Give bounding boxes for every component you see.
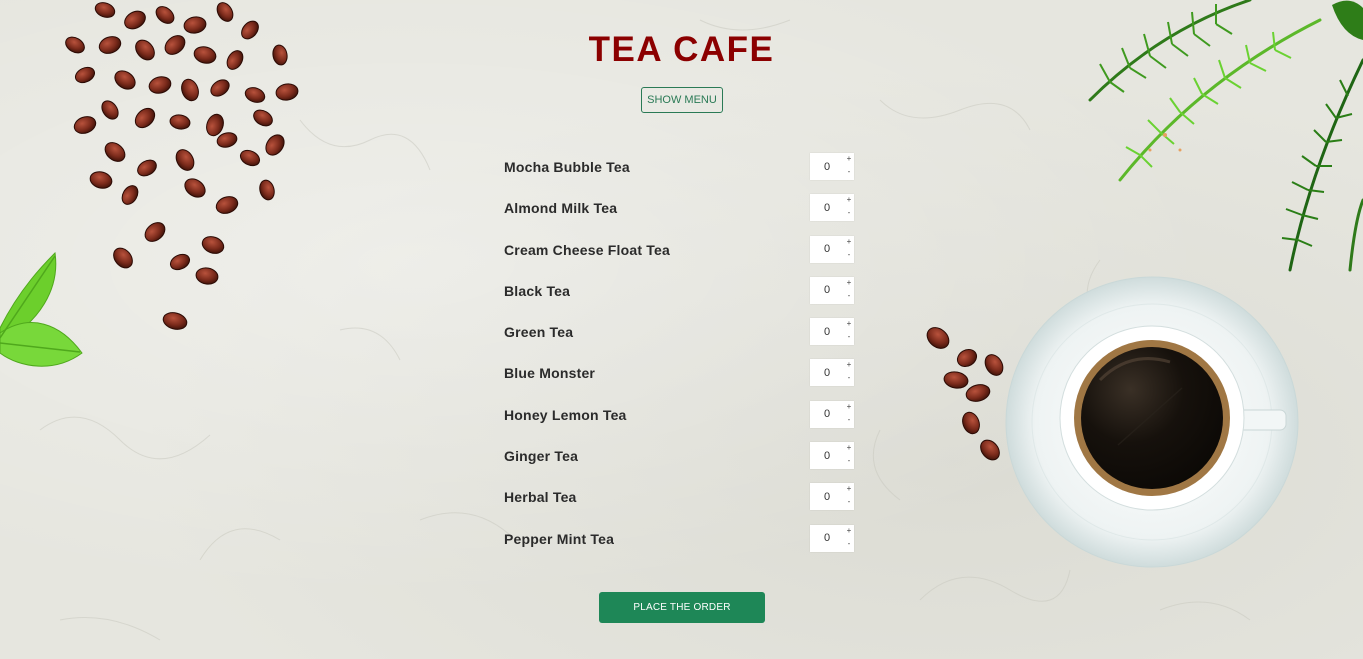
menu-item: Blue Monster +- (504, 352, 856, 393)
quantity-input[interactable] (810, 276, 844, 304)
decrement-button[interactable]: - (844, 249, 854, 262)
menu-item-name: Honey Lemon Tea (504, 406, 627, 423)
increment-button[interactable]: + (844, 318, 854, 331)
quantity-stepper: +- (810, 442, 854, 470)
menu-item-name: Pepper Mint Tea (504, 530, 615, 547)
decrement-button[interactable]: - (844, 166, 854, 179)
menu-item-name: Cream Cheese Float Tea (504, 241, 670, 258)
menu-item-name: Mocha Bubble Tea (504, 159, 630, 175)
show-menu-button[interactable]: SHOW MENU (641, 87, 723, 113)
menu-item: Herbal Tea +- (504, 476, 856, 517)
increment-button[interactable]: + (844, 236, 854, 249)
quantity-stepper: +- (810, 235, 854, 263)
quantity-stepper: +- (810, 400, 854, 428)
menu-item: Mocha Bubble Tea +- (504, 146, 856, 187)
menu-item-name: Ginger Tea (504, 448, 579, 465)
coffee-cup-image (926, 276, 1299, 568)
quantity-stepper: +- (810, 359, 854, 387)
quantity-input[interactable] (810, 524, 844, 552)
decrement-button[interactable]: - (844, 496, 854, 509)
increment-button[interactable]: + (844, 525, 854, 538)
menu-item: Almond Milk Tea +- (504, 187, 856, 228)
increment-button[interactable]: + (844, 194, 854, 207)
green-leaf-image (0, 251, 83, 367)
decrement-button[interactable]: - (844, 372, 854, 385)
quantity-stepper: +- (810, 194, 854, 222)
quantity-stepper: +- (810, 276, 854, 304)
quantity-stepper: +- (810, 318, 854, 346)
increment-button[interactable]: + (844, 442, 854, 455)
increment-button[interactable]: + (844, 483, 854, 496)
decrement-button[interactable]: - (844, 414, 854, 427)
decrement-button[interactable]: - (844, 538, 854, 551)
menu-item: Honey Lemon Tea +- (504, 394, 856, 435)
quantity-input[interactable] (810, 483, 844, 511)
quantity-stepper: +- (810, 483, 854, 511)
menu-item: Ginger Tea +- (504, 435, 856, 476)
increment-button[interactable]: + (844, 401, 854, 414)
menu-item-name: Almond Milk Tea (504, 200, 618, 217)
page-title: TEA CAFE (588, 30, 775, 69)
menu-item-name: Black Tea (504, 282, 571, 299)
quantity-input[interactable] (810, 194, 844, 222)
quantity-input[interactable] (810, 318, 844, 346)
increment-button[interactable]: + (844, 153, 854, 166)
menu-item-name: Blue Monster (504, 365, 596, 382)
quantity-input[interactable] (810, 153, 844, 180)
place-order-button[interactable]: PLACE THE ORDER (599, 592, 765, 623)
tea-menu-list: Mocha Bubble Tea+-Almond Milk Tea+-Cream… (504, 146, 856, 559)
increment-button[interactable]: + (844, 359, 854, 372)
quantity-stepper: +- (810, 153, 854, 180)
menu-item: Cream Cheese Float Tea +- (504, 229, 856, 270)
menu-item-name: Herbal Tea (504, 489, 577, 506)
quantity-stepper: +- (810, 524, 854, 552)
menu-item: Pepper Mint Tea +- (504, 518, 856, 559)
menu-item: Black Tea +- (504, 270, 856, 311)
menu-item-name: Green Tea (504, 324, 574, 341)
decrement-button[interactable]: - (844, 331, 854, 344)
menu-item: Green Tea +- (504, 311, 856, 352)
quantity-input[interactable] (810, 442, 844, 470)
increment-button[interactable]: + (844, 277, 854, 290)
decrement-button[interactable]: - (844, 290, 854, 303)
quantity-input[interactable] (810, 400, 844, 428)
decrement-button[interactable]: - (844, 207, 854, 220)
quantity-input[interactable] (810, 235, 844, 263)
decrement-button[interactable]: - (844, 455, 854, 468)
quantity-input[interactable] (810, 359, 844, 387)
